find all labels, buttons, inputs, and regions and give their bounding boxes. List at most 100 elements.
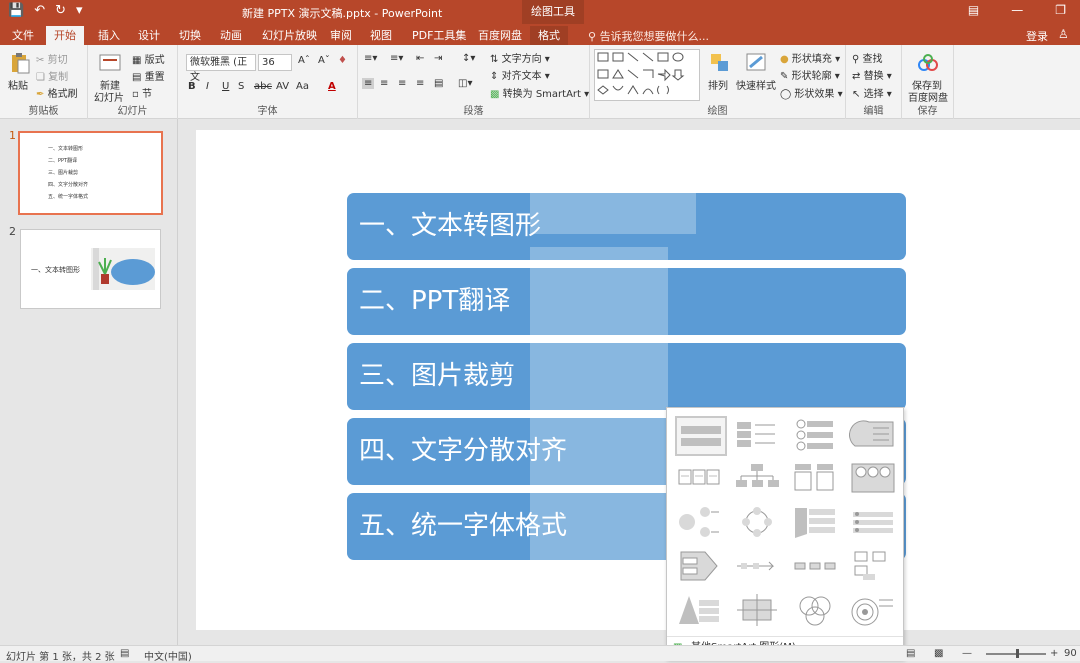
- underline-icon[interactable]: U: [222, 81, 229, 92]
- smartart-layout-2[interactable]: [733, 416, 785, 456]
- minimize-icon[interactable]: —: [1011, 3, 1023, 17]
- align-right-icon[interactable]: ≡: [398, 78, 406, 89]
- strikethrough-icon[interactable]: abc: [254, 81, 272, 92]
- spacing-icon[interactable]: AV: [276, 81, 289, 92]
- shadow-icon[interactable]: S: [238, 81, 244, 92]
- smartart-layout-15[interactable]: [791, 548, 843, 588]
- shrink-font-icon[interactable]: Aˇ: [318, 55, 330, 66]
- tab-home[interactable]: 开始: [46, 26, 84, 45]
- select-button[interactable]: ↖ 选择 ▾: [852, 85, 892, 100]
- italic-icon[interactable]: I: [206, 81, 209, 92]
- bullets-icon[interactable]: ≡▾: [364, 53, 377, 64]
- slide-canvas[interactable]: 一、文本转图形 二、PPT翻译 三、图片裁剪 四、文字分散对齐 五、统一字体格式: [196, 130, 1080, 630]
- shape-effects-button[interactable]: ◯ 形状效果 ▾: [780, 85, 843, 100]
- tab-format[interactable]: 格式: [530, 26, 568, 45]
- change-case-icon[interactable]: Aa: [296, 81, 309, 92]
- clear-format-icon[interactable]: ♦: [338, 55, 347, 66]
- smartart-layout-9[interactable]: [675, 504, 727, 544]
- smartart-layout-13[interactable]: [675, 548, 727, 588]
- shape-fill-button[interactable]: ● 形状填充 ▾: [780, 50, 840, 65]
- smartart-layout-20[interactable]: [849, 592, 901, 632]
- smartart-layout-18[interactable]: [733, 592, 785, 632]
- share-icon[interactable]: ♙: [1058, 27, 1069, 41]
- smartart-layout-3[interactable]: [791, 416, 843, 456]
- paste-button[interactable]: 粘贴: [8, 77, 28, 92]
- ribbon-options-icon[interactable]: ▤: [968, 3, 979, 17]
- slide-thumbnail-2[interactable]: 一、文本转图形: [20, 229, 161, 309]
- indent-decrease-icon[interactable]: ⇤: [416, 53, 424, 64]
- tab-slideshow[interactable]: 幻灯片放映: [254, 26, 325, 45]
- quick-styles-button[interactable]: 快速样式: [736, 77, 776, 92]
- smartart-layout-vertical-list[interactable]: [675, 416, 727, 456]
- format-painter-button[interactable]: ✒ 格式刷: [36, 85, 78, 100]
- text-direction-button[interactable]: ⇅ 文字方向 ▾: [490, 50, 550, 65]
- find-button[interactable]: ⚲ 查找: [852, 50, 883, 65]
- shape-outline-button[interactable]: ✎ 形状轮廓 ▾: [780, 67, 840, 82]
- smartart-layout-5[interactable]: [675, 460, 727, 500]
- smartart-layout-12[interactable]: [849, 504, 901, 544]
- save-icon[interactable]: 💾: [8, 3, 24, 18]
- arrange-button[interactable]: 排列: [708, 77, 728, 92]
- font-size-combo[interactable]: 36: [258, 54, 292, 71]
- baidu-cloud-icon[interactable]: [916, 51, 940, 75]
- shapes-gallery[interactable]: [594, 49, 700, 101]
- tab-baidu[interactable]: 百度网盘: [470, 26, 530, 45]
- tab-pdf-tools[interactable]: PDF工具集: [404, 26, 474, 45]
- new-slide-icon[interactable]: [98, 51, 122, 75]
- zoom-slider-thumb[interactable]: [1016, 649, 1019, 658]
- smartart-layout-8[interactable]: [849, 460, 901, 500]
- login-link[interactable]: 登录: [1026, 28, 1048, 44]
- smartart-layout-17[interactable]: [675, 592, 727, 632]
- tab-view[interactable]: 视图: [362, 26, 400, 45]
- zoom-in-icon[interactable]: +: [1050, 648, 1058, 659]
- tab-transitions[interactable]: 切换: [171, 26, 209, 45]
- smartart-layout-7[interactable]: [791, 460, 843, 500]
- zoom-percent[interactable]: 90: [1064, 648, 1077, 659]
- presenter-view-icon[interactable]: ▩: [934, 648, 943, 659]
- smartart-layout-6[interactable]: [733, 460, 785, 500]
- numbering-icon[interactable]: ≡▾: [390, 53, 403, 64]
- align-center-icon[interactable]: ≡: [380, 78, 388, 89]
- grow-font-icon[interactable]: Aˆ: [298, 55, 310, 66]
- tab-design[interactable]: 设计: [130, 26, 168, 45]
- line-spacing-icon[interactable]: ↕▾: [462, 53, 475, 64]
- indent-increase-icon[interactable]: ⇥: [434, 53, 442, 64]
- smartart-layout-11[interactable]: [791, 504, 843, 544]
- convert-smartart-button[interactable]: ▩ 转换为 SmartArt ▾: [490, 85, 589, 100]
- smartart-layout-14[interactable]: [733, 548, 785, 588]
- tab-animations[interactable]: 动画: [212, 26, 250, 45]
- columns-icon[interactable]: ◫▾: [458, 78, 472, 89]
- reset-button[interactable]: ▤ 重置: [132, 68, 165, 83]
- tab-file[interactable]: 文件: [4, 26, 42, 45]
- normal-view-icon[interactable]: ▤: [906, 648, 915, 659]
- undo-icon[interactable]: ↶: [34, 3, 45, 18]
- customize-qa-icon[interactable]: ▾: [76, 3, 83, 18]
- arrange-icon[interactable]: [708, 51, 732, 75]
- quick-styles-icon[interactable]: [744, 51, 768, 75]
- tab-review[interactable]: 审阅: [322, 26, 360, 45]
- smartart-layout-16[interactable]: [849, 548, 901, 588]
- font-name-combo[interactable]: 微软雅黑 (正文: [186, 54, 256, 83]
- section-button[interactable]: ▫ 节: [132, 85, 152, 100]
- zoom-out-icon[interactable]: —: [962, 648, 972, 659]
- layout-button[interactable]: ▦ 版式: [132, 51, 165, 66]
- replace-button[interactable]: ⇄ 替换 ▾: [852, 67, 892, 82]
- restore-icon[interactable]: ❐: [1055, 3, 1066, 17]
- align-text-button[interactable]: ⇕ 对齐文本 ▾: [490, 67, 550, 82]
- align-left-icon[interactable]: ≡: [362, 78, 375, 89]
- smartart-layout-4[interactable]: [849, 416, 901, 456]
- tab-insert[interactable]: 插入: [90, 26, 128, 45]
- copy-button[interactable]: ❏ 复制: [36, 68, 68, 83]
- smartart-layout-10[interactable]: [733, 504, 785, 544]
- smartart-layout-19[interactable]: [791, 592, 843, 632]
- cut-button[interactable]: ✂ 剪切: [36, 51, 68, 66]
- justify-icon[interactable]: ≡: [416, 78, 424, 89]
- slide-thumbnail-1[interactable]: 一、文本转图形 二、PPT翻译 三、图片裁剪 四、文字分散对齐 五、统一字体格式: [18, 131, 163, 215]
- font-color-icon[interactable]: A: [328, 81, 336, 92]
- redo-icon[interactable]: ↻: [55, 3, 66, 18]
- notes-check-icon[interactable]: ▤: [120, 648, 129, 659]
- distribute-icon[interactable]: ▤: [434, 78, 443, 89]
- bold-icon[interactable]: B: [188, 81, 196, 92]
- tell-me-search[interactable]: ⚲ 告诉我您想要做什么...: [588, 28, 709, 44]
- paste-icon[interactable]: [8, 51, 32, 75]
